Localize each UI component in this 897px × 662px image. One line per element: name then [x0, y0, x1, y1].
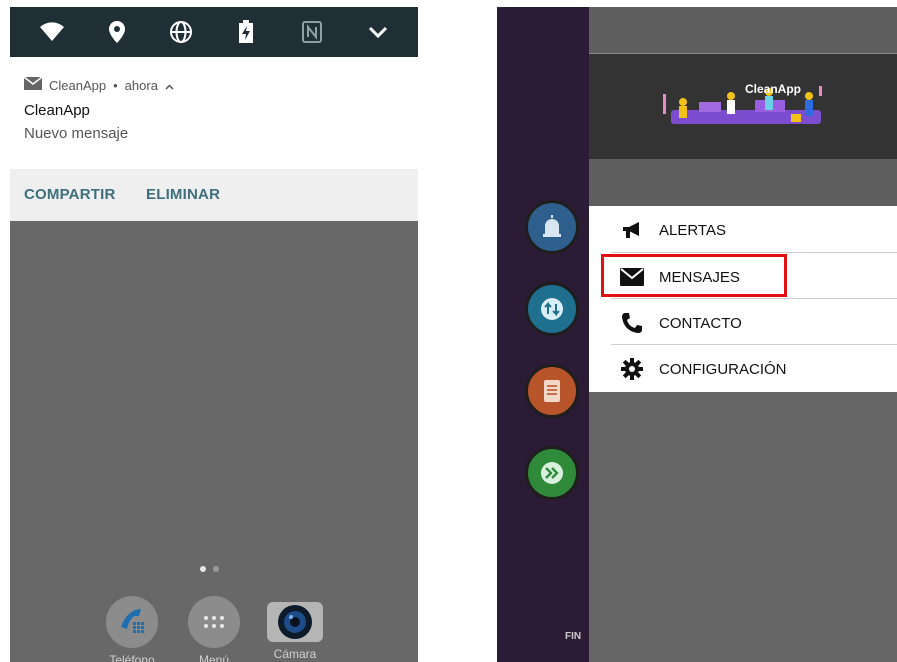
menu-divider — [611, 344, 897, 345]
notification-body: Nuevo mensaje — [24, 125, 129, 142]
page-dot-active — [200, 566, 206, 572]
forward-icon[interactable] — [525, 446, 579, 500]
dock-app-menu[interactable]: Menú — [179, 596, 249, 662]
document-icon[interactable] — [525, 364, 579, 418]
dock-app-phone[interactable]: Teléfono — [97, 596, 167, 662]
right-phone-screen: FIN CleanApp ALERTAS MENSAJES CONTACTO C… — [497, 7, 897, 662]
delete-button[interactable]: ELIMINAR — [146, 186, 220, 203]
megaphone-icon — [619, 220, 645, 240]
menu-item-alertas[interactable]: ALERTAS — [589, 207, 897, 253]
share-button[interactable]: COMPARTIR — [24, 186, 116, 203]
sync-arrows-icon[interactable] — [525, 282, 579, 336]
menu-item-contacto[interactable]: CONTACTO — [589, 300, 897, 346]
dock-label: Teléfono — [109, 653, 155, 662]
highlight-box — [601, 254, 787, 297]
camera-icon — [267, 602, 323, 642]
dock-label: Cámara — [273, 647, 317, 661]
gear-icon — [619, 358, 645, 380]
menu-item-configuracion[interactable]: CONFIGURACIÓN — [589, 346, 897, 392]
notification-title: CleanApp — [24, 102, 90, 119]
notification-card[interactable]: CleanApp • ahora CleanApp Nuevo mensaje — [10, 57, 418, 169]
dock-app-camera[interactable]: Cámara — [260, 596, 330, 661]
chevron-up-icon[interactable] — [165, 78, 174, 93]
menu-item-label: CONFIGURACIÓN — [659, 360, 787, 378]
navigation-drawer: CleanApp ALERTAS MENSAJES CONTACTO CONFI… — [589, 7, 897, 662]
menu-item-label: ALERTAS — [659, 221, 726, 239]
globe-icon[interactable] — [165, 16, 197, 48]
dock-label: Menú — [198, 653, 230, 662]
envelope-icon — [23, 76, 43, 93]
phone-icon — [106, 596, 158, 648]
home-screen: Teléfono Menú Cámara — [10, 221, 418, 662]
logo-text: CleanApp — [745, 82, 802, 96]
drawer-spacer — [589, 159, 897, 206]
drawer-header: CleanApp — [589, 54, 897, 159]
menu-divider — [611, 252, 897, 253]
wifi-icon[interactable] — [36, 16, 68, 48]
menu-item-label: CONTACTO — [659, 314, 742, 332]
notification-time: ahora — [124, 77, 158, 93]
left-phone-screen: CleanApp • ahora CleanApp Nuevo mensaje … — [10, 7, 418, 662]
app-grid-icon — [188, 596, 240, 648]
location-pin-icon[interactable] — [101, 16, 133, 48]
siren-icon[interactable] — [525, 200, 579, 254]
notification-app-name: CleanApp — [49, 77, 107, 93]
phone-handset-icon — [619, 312, 645, 334]
menu-divider — [611, 298, 897, 299]
fin-label: FIN — [565, 631, 582, 642]
notification-separator: • — [113, 77, 118, 93]
page-indicator — [200, 566, 219, 572]
chevron-down-icon[interactable] — [362, 16, 394, 48]
drawer-menu: ALERTAS MENSAJES CONTACTO CONFIGURACIÓN — [589, 206, 897, 392]
battery-charging-icon[interactable] — [230, 16, 262, 48]
page-dot — [213, 566, 219, 572]
drawer-top-bar — [589, 7, 897, 54]
nfc-icon[interactable] — [296, 16, 328, 48]
notification-actions: COMPARTIR ELIMINAR — [10, 169, 418, 221]
cleanapp-logo: CleanApp — [659, 80, 835, 130]
quick-settings-bar — [10, 7, 418, 57]
notification-header: CleanApp • ahora — [23, 76, 174, 94]
